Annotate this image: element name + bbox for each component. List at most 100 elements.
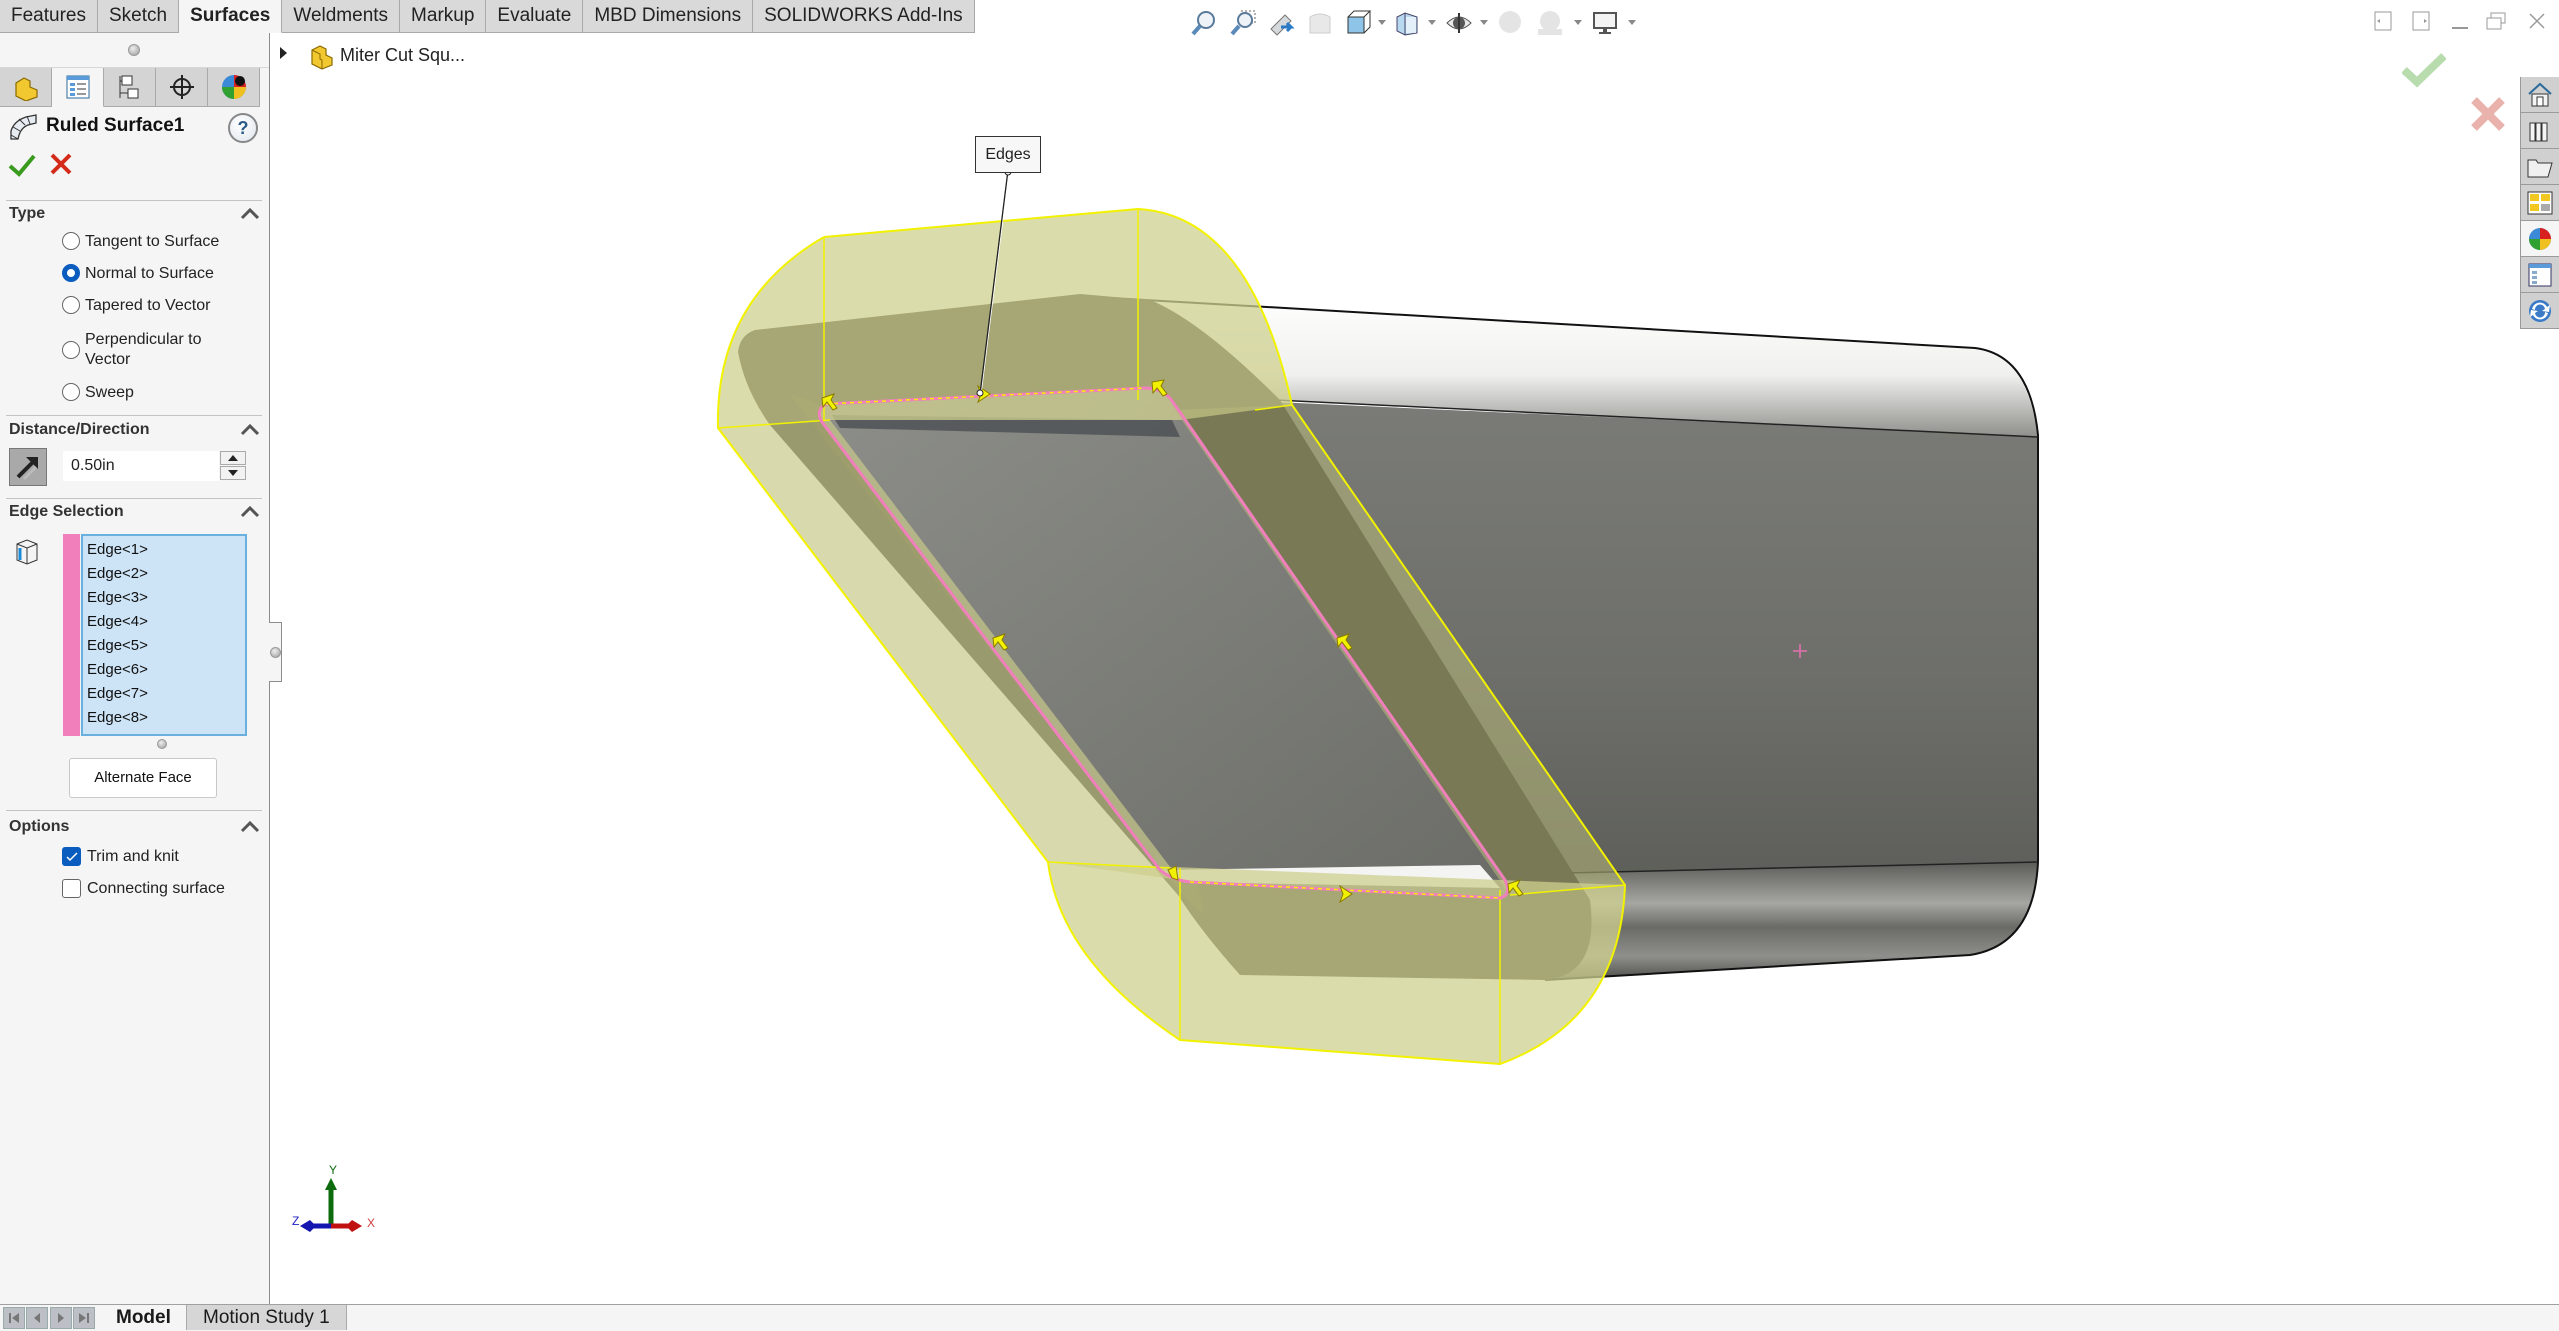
divider — [6, 810, 262, 811]
feature-title: Ruled Surface1 — [46, 115, 185, 136]
spin-down-button[interactable] — [220, 466, 246, 480]
tab-model[interactable]: Model — [100, 1305, 187, 1330]
display-style-icon[interactable] — [1392, 8, 1422, 38]
radio-label-line1: Perpendicular to — [85, 331, 202, 348]
view-palette-icon[interactable] — [2521, 185, 2559, 221]
checkbox-checked[interactable] — [62, 847, 81, 866]
edit-appearance-icon[interactable] — [1496, 8, 1526, 38]
radio-button[interactable] — [62, 232, 80, 250]
view-settings-dropdown[interactable] — [1628, 20, 1636, 25]
list-item[interactable]: Edge<7> — [83, 682, 245, 706]
restore-icon[interactable] — [2485, 10, 2507, 32]
next-tab-icon[interactable] — [50, 1307, 72, 1329]
apply-scene-icon[interactable] — [1535, 8, 1565, 38]
breadcrumb-part-name[interactable]: Miter Cut Squ... — [340, 45, 465, 66]
apply-scene-dropdown[interactable] — [1574, 20, 1582, 25]
radio-normal-to-surface[interactable]: Normal to Surface — [62, 264, 214, 284]
radio-sweep[interactable]: Sweep — [62, 383, 134, 403]
property-manager-icon — [66, 75, 89, 99]
edges-callout[interactable]: Edges — [975, 136, 1041, 173]
direction-arrow-icon — [16, 457, 38, 481]
ok-button[interactable] — [8, 151, 36, 179]
configuration-manager-tab[interactable] — [104, 68, 156, 107]
reverse-direction-button[interactable] — [9, 448, 47, 486]
radio-perpendicular-to-vector[interactable]: Perpendicular to Vector — [62, 330, 202, 370]
close-window-icon[interactable] — [2526, 10, 2548, 32]
minimize-icon[interactable] — [2449, 10, 2471, 32]
hide-show-dropdown[interactable] — [1480, 20, 1488, 25]
divider — [6, 200, 262, 201]
appearances-scenes-icon[interactable] — [2521, 221, 2559, 257]
checkbox-trim-and-knit[interactable]: Trim and knit — [62, 847, 179, 866]
dimxpert-manager-tab[interactable] — [156, 68, 208, 107]
confirm-ok-icon[interactable] — [2401, 52, 2447, 88]
part-icon — [311, 45, 333, 70]
edge-selection-collapse-icon[interactable] — [238, 503, 262, 519]
edge-selection-list[interactable]: Edge<1> Edge<2> Edge<3> Edge<4> Edge<5> … — [81, 534, 247, 736]
hide-show-items-icon[interactable] — [1444, 8, 1474, 38]
panel-splitter[interactable] — [269, 622, 282, 682]
list-item[interactable]: Edge<4> — [83, 610, 245, 634]
checkbox-connecting-surface[interactable]: Connecting surface — [62, 879, 225, 898]
breadcrumb-expand-icon[interactable] — [280, 47, 287, 59]
radio-button-selected[interactable] — [62, 264, 80, 282]
zoom-to-fit-icon[interactable] — [1189, 8, 1219, 38]
radio-tangent-to-surface[interactable]: Tangent to Surface — [62, 232, 219, 252]
section-view-icon[interactable] — [1305, 8, 1335, 38]
radio-button[interactable] — [62, 341, 80, 359]
previous-tab-icon[interactable] — [26, 1307, 48, 1329]
distance-collapse-icon[interactable] — [238, 421, 262, 437]
feature-manager-tab[interactable] — [0, 68, 52, 107]
checkbox-label: Connecting surface — [87, 879, 225, 897]
radio-button[interactable] — [62, 383, 80, 401]
tile-left-icon[interactable] — [2372, 10, 2394, 32]
display-style-dropdown[interactable] — [1428, 20, 1436, 25]
last-tab-icon[interactable] — [73, 1307, 95, 1329]
confirm-cancel-icon[interactable] — [2470, 96, 2506, 132]
list-item[interactable]: Edge<8> — [83, 706, 245, 730]
custom-properties-icon[interactable] — [2521, 257, 2559, 293]
alternate-face-button[interactable]: Alternate Face — [69, 758, 217, 798]
splitter-grip[interactable] — [269, 646, 281, 658]
list-item[interactable]: Edge<6> — [83, 658, 245, 682]
list-item[interactable]: Edge<5> — [83, 634, 245, 658]
radio-tapered-to-vector[interactable]: Tapered to Vector — [62, 296, 210, 316]
cancel-button[interactable] — [48, 151, 74, 177]
file-explorer-icon[interactable] — [2521, 149, 2559, 185]
list-item[interactable]: Edge<2> — [83, 562, 245, 586]
display-manager-tab[interactable] — [208, 68, 260, 107]
options-collapse-icon[interactable] — [238, 818, 262, 834]
grip-dot[interactable] — [128, 44, 140, 56]
view-orientation-icon[interactable] — [1343, 8, 1373, 38]
triad-x-label: X — [367, 1216, 376, 1230]
view-settings-icon[interactable] — [1590, 8, 1620, 38]
design-library-icon[interactable] — [2521, 113, 2559, 149]
options-section-header: Options — [9, 818, 70, 835]
graphics-area[interactable] — [0, 0, 2559, 1330]
list-item[interactable]: Edge<3> — [83, 586, 245, 610]
checkbox-label: Trim and knit — [87, 847, 179, 865]
list-resize-grip[interactable] — [157, 739, 167, 749]
distance-input[interactable] — [63, 451, 219, 481]
first-tab-icon[interactable] — [3, 1307, 25, 1329]
radio-label: Sweep — [85, 384, 134, 401]
previous-view-icon[interactable] — [1266, 8, 1296, 38]
tab-motion-study-1[interactable]: Motion Study 1 — [186, 1305, 347, 1330]
property-manager-tab[interactable] — [52, 68, 104, 107]
checkbox-unchecked[interactable] — [62, 879, 81, 898]
radio-button[interactable] — [62, 296, 80, 314]
list-item[interactable]: Edge<1> — [83, 538, 245, 562]
panel-resize-grip[interactable] — [0, 33, 269, 68]
solidworks-forum-icon[interactable] — [2521, 293, 2559, 329]
tile-right-icon[interactable] — [2410, 10, 2432, 32]
distance-section-header: Distance/Direction — [9, 421, 150, 438]
zoom-to-area-icon[interactable] — [1228, 8, 1258, 38]
solidworks-resources-icon[interactable] — [2521, 77, 2559, 113]
panel-tabs — [0, 68, 262, 108]
type-collapse-icon[interactable] — [238, 205, 262, 221]
view-orientation-dropdown[interactable] — [1378, 20, 1386, 25]
help-button[interactable]: ? — [228, 113, 258, 143]
property-manager-panel: Ruled Surface1 ? Type Tangent to Surface… — [0, 33, 270, 1305]
radio-label-wrap: Perpendicular to Vector — [85, 330, 202, 370]
spin-up-button[interactable] — [220, 451, 246, 465]
